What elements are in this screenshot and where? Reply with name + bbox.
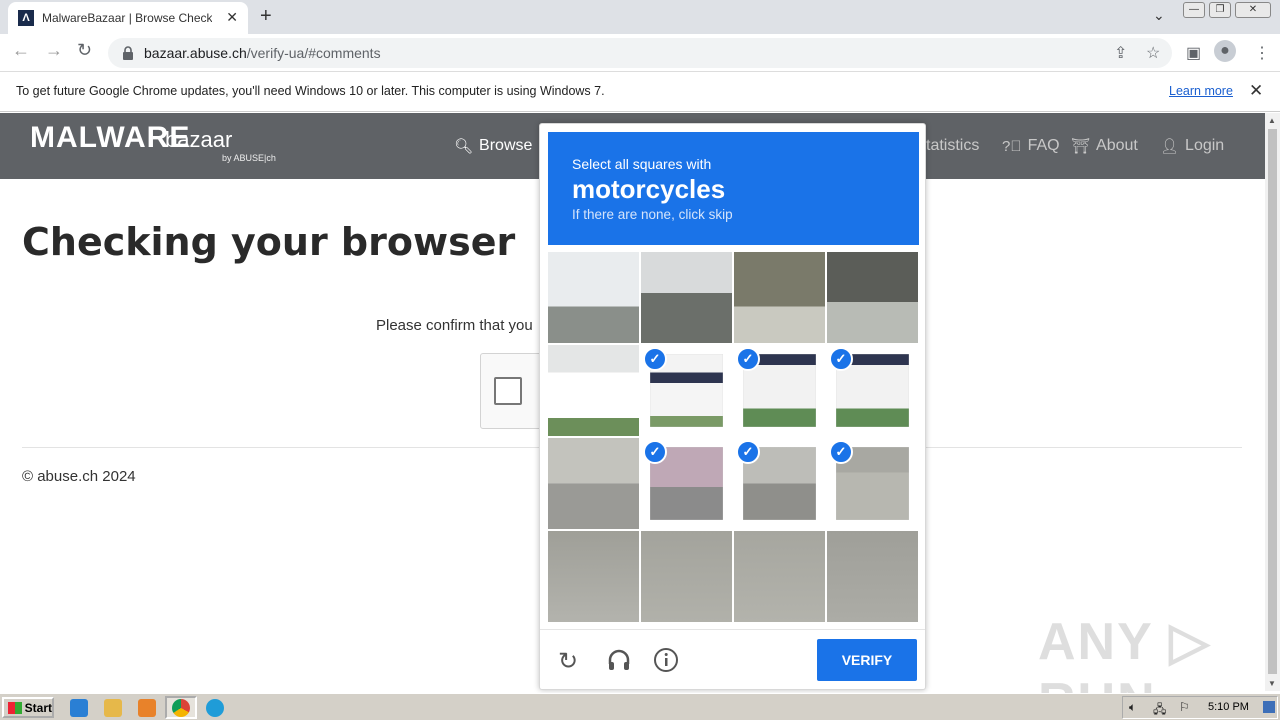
windows-taskbar: Start 🔈︎ 🖧 ⚐ 5:10 PM <box>0 693 1280 720</box>
tab-strip: Λ MalwareBazaar | Browse Checking y ✕ + … <box>0 0 1280 34</box>
nav-statistics[interactable]: tatistics <box>926 137 979 155</box>
scrollbar-thumb[interactable] <box>1268 129 1277 674</box>
chevron-down-icon[interactable]: ⌄ <box>1153 7 1165 24</box>
window-close-icon[interactable]: ✕ <box>1235 2 1271 18</box>
internet-explorer-icon[interactable] <box>70 699 88 717</box>
bookmark-star-icon[interactable]: ☆ <box>1146 43 1160 63</box>
challenge-footer: ↻ VERIFY <box>540 629 925 689</box>
hcaptcha-challenge: Select all squares with motorcycles If t… <box>539 123 926 690</box>
challenge-tile[interactable] <box>548 345 639 436</box>
infobar-close-icon[interactable]: ✕ <box>1249 81 1263 101</box>
user-icon: 👤︎ <box>1160 138 1180 155</box>
edge-icon[interactable] <box>206 699 224 717</box>
nav-login-label: Login <box>1185 137 1225 154</box>
minimize-icon[interactable]: — <box>1183 2 1205 18</box>
url-path: /verify-ua/#comments <box>246 45 381 61</box>
tab-title: MalwareBazaar | Browse Checking y <box>42 11 212 25</box>
challenge-tile[interactable] <box>548 252 639 343</box>
show-desktop-icon[interactable] <box>1263 701 1275 713</box>
start-label: Start <box>24 700 52 715</box>
media-player-icon[interactable] <box>138 699 156 717</box>
nav-statistics-label: tatistics <box>926 137 980 154</box>
confirm-human-text: Please confirm that you <box>376 317 533 334</box>
share-icon[interactable]: ⇪ <box>1114 43 1127 63</box>
reload-icon[interactable]: ↻ <box>77 40 92 61</box>
nav-faq[interactable]: ?⃝ FAQ <box>1002 137 1060 155</box>
verify-button[interactable]: VERIFY <box>817 639 917 681</box>
kebab-menu-icon[interactable]: ⋮ <box>1254 43 1270 63</box>
tile-selected-check-icon: ✓ <box>643 440 667 464</box>
challenge-skip-hint: If there are none, click skip <box>572 207 733 222</box>
profile-avatar-icon[interactable]: ● <box>1214 40 1236 62</box>
footer-copyright: © abuse.ch 2024 <box>22 468 136 485</box>
challenge-tile[interactable] <box>827 252 918 343</box>
windows-flag-icon <box>8 701 22 714</box>
start-button[interactable]: Start <box>2 697 54 718</box>
tile-selected-check-icon: ✓ <box>829 347 853 371</box>
taskbar-clock: 5:10 PM <box>1208 701 1249 713</box>
challenge-tile[interactable] <box>641 531 732 622</box>
malwarebazaar-favicon-icon: Λ <box>18 10 34 26</box>
question-circle-icon: ?⃝ <box>1002 137 1022 155</box>
new-tab-icon[interactable]: + <box>260 5 272 28</box>
challenge-header: Select all squares with motorcycles If t… <box>548 132 919 245</box>
search-icon: 🔍︎ <box>454 138 474 155</box>
browser-tab[interactable]: Λ MalwareBazaar | Browse Checking y ✕ <box>8 2 248 34</box>
address-bar[interactable]: bazaar.abuse.ch /verify-ua/#comments <box>108 38 1172 68</box>
lock-icon <box>123 46 133 60</box>
back-arrow-icon[interactable]: ← <box>12 40 30 61</box>
challenge-tile[interactable] <box>548 531 639 622</box>
challenge-tile[interactable] <box>827 531 918 622</box>
update-infobar: To get future Google Chrome updates, you… <box>0 72 1280 112</box>
nav-faq-label: FAQ <box>1027 137 1060 154</box>
nav-browse-label: Browse <box>479 137 533 154</box>
vertical-scrollbar[interactable]: ▲ ▼ <box>1265 113 1280 691</box>
forward-arrow-icon[interactable]: → <box>45 40 63 61</box>
refresh-icon[interactable]: ↻ <box>558 647 578 676</box>
challenge-image-grid: ✓ ✓ ✓ ✓ ✓ ✓ <box>548 252 919 623</box>
tile-selected-check-icon: ✓ <box>736 440 760 464</box>
tab-close-icon[interactable]: ✕ <box>226 9 238 26</box>
nav-login[interactable]: 👤︎ Login <box>1160 137 1224 155</box>
challenge-tile[interactable] <box>734 531 825 622</box>
logo-by-abuse: by ABUSE|ch <box>222 153 276 163</box>
challenge-tile[interactable] <box>734 252 825 343</box>
captcha-checkbox[interactable] <box>494 377 522 405</box>
page-title: Checking your browser <box>22 220 516 264</box>
nav-browse[interactable]: 🔍︎ Browse <box>454 137 532 155</box>
file-explorer-icon[interactable] <box>104 699 122 717</box>
headphones-icon[interactable] <box>606 647 632 680</box>
tile-selected-check-icon: ✓ <box>643 347 667 371</box>
chrome-icon <box>172 699 190 717</box>
nav-about-label: About <box>1096 137 1138 154</box>
challenge-target: motorcycles <box>572 174 726 204</box>
system-tray: 🔈︎ 🖧 ⚐ <box>1122 696 1278 719</box>
logo-bazaar[interactable]: bazaar <box>165 127 232 153</box>
action-center-flag-icon[interactable]: ⚐ <box>1179 700 1190 714</box>
tile-selected-check-icon: ✓ <box>736 347 760 371</box>
chrome-taskbar-button[interactable] <box>165 696 197 719</box>
institution-icon: ⛩︎ <box>1071 138 1091 155</box>
restore-icon[interactable]: ❐ <box>1209 2 1231 18</box>
challenge-tile[interactable] <box>548 438 639 529</box>
challenge-tile[interactable] <box>641 252 732 343</box>
url-host: bazaar.abuse.ch <box>144 45 247 61</box>
challenge-prompt: Select all squares with <box>572 156 712 172</box>
nav-about[interactable]: ⛩︎ About <box>1071 137 1138 155</box>
infobar-message: To get future Google Chrome updates, you… <box>16 84 605 98</box>
volume-icon[interactable]: 🔈︎ <box>1129 700 1136 715</box>
tile-selected-check-icon: ✓ <box>829 440 853 464</box>
side-panel-icon[interactable]: ▣ <box>1186 43 1201 63</box>
learn-more-link[interactable]: Learn more <box>1169 84 1233 98</box>
network-icon[interactable]: 🖧 <box>1153 700 1166 720</box>
browser-toolbar: ← → ↻ bazaar.abuse.ch /verify-ua/#commen… <box>0 34 1280 72</box>
scroll-up-arrow-icon[interactable]: ▲ <box>1268 116 1276 125</box>
info-icon[interactable] <box>653 647 679 680</box>
